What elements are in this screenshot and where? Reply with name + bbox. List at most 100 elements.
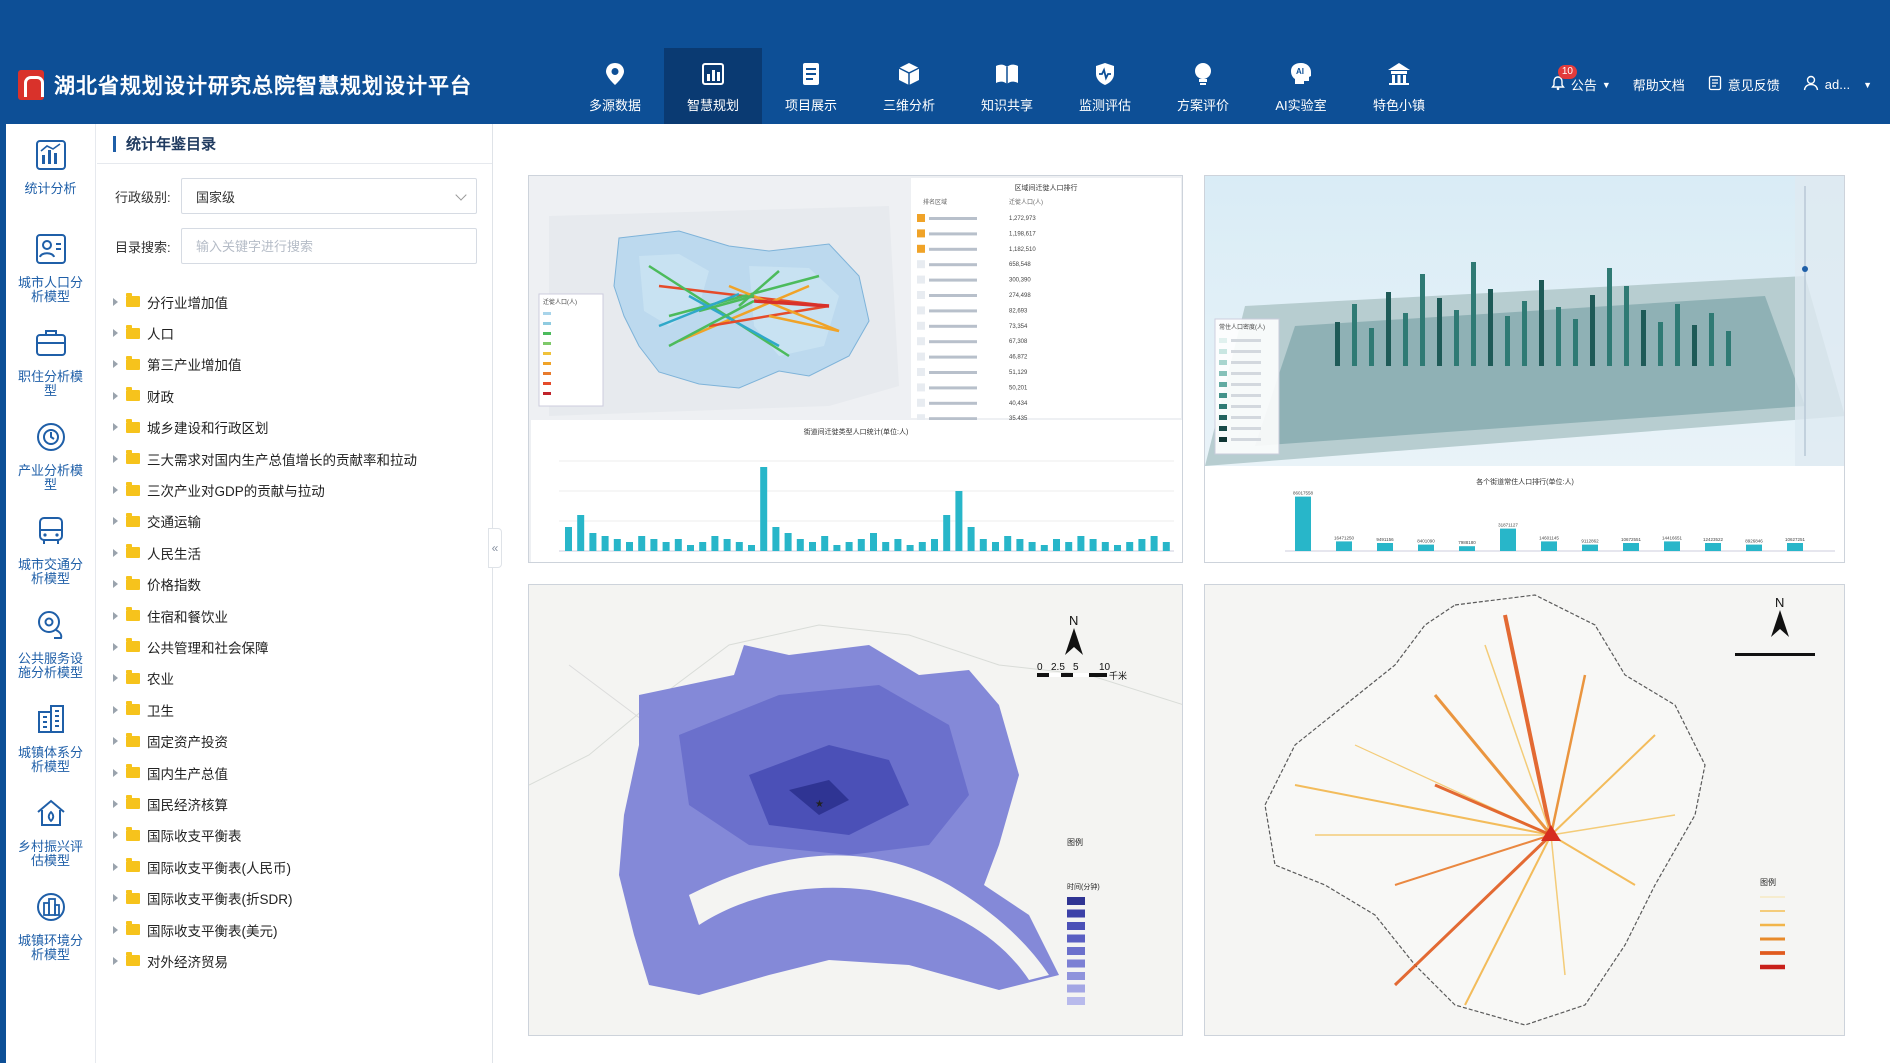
migration-map-panel[interactable]: 迁徙人口(人) 区域间迁徙人口排行 排名区域 迁徙人口(人) 1,272,973… (528, 175, 1183, 563)
density-tower (1607, 268, 1612, 366)
folder-icon (126, 450, 140, 465)
folder-icon (126, 826, 140, 841)
notice-menu[interactable]: 10 公告 ▼ (1550, 65, 1611, 94)
tree-item[interactable]: 卫生 (97, 694, 492, 725)
rank-value: 300,390 (1009, 278, 1031, 284)
tree-item-label: 分行业增加值 (147, 295, 228, 311)
isochrone-map-panel[interactable]: ★ N 0 2.5 5 10 千米 图例 时间(分钟) (528, 584, 1183, 1036)
tree-item[interactable]: 人口 (97, 317, 492, 348)
density-tower (1471, 262, 1476, 366)
p1-bar (906, 545, 914, 551)
legend-label-placeholder (1231, 339, 1261, 342)
collapse-panel-button[interactable]: « (488, 528, 502, 568)
user-menu[interactable]: ad... ▼ (1802, 74, 1872, 95)
main-nav: 多源数据 智慧规划 项目展示 三维分析 知识共享 监测评估 方案评价 AI AI… (566, 48, 1448, 124)
catalog-search-input[interactable] (181, 228, 477, 264)
level-select[interactable]: 国家级 (181, 178, 477, 214)
tree-item-label: 人口 (147, 327, 174, 343)
sidebar-item-statistics[interactable]: 统计分析 (6, 124, 95, 218)
help-docs-link[interactable]: 帮助文档 (1633, 75, 1685, 94)
tree-item[interactable]: 国际收支平衡表(美元) (97, 914, 492, 945)
rank-badge (917, 229, 925, 238)
legend-swatch (1067, 909, 1085, 918)
nav-label: 知识共享 (980, 97, 1033, 113)
book-icon (992, 59, 1022, 89)
tree-item[interactable]: 公共管理和社会保障 (97, 631, 492, 662)
nav-item-plan-evaluation[interactable]: 方案评价 (1154, 48, 1252, 124)
tree-item[interactable]: 国内生产总值 (97, 757, 492, 788)
legend-swatch (1219, 382, 1227, 387)
legend-swatch (1219, 404, 1227, 409)
tree-item[interactable]: 国际收支平衡表(人民币) (97, 851, 492, 882)
rank-region-placeholder (929, 386, 977, 390)
tree-item[interactable]: 人民生活 (97, 537, 492, 568)
rank-value: 1,198,617 (1009, 231, 1036, 237)
tree-item[interactable]: 对外经济贸易 (97, 945, 492, 976)
sidebar-item-public-service[interactable]: 公共服务设施分析模型 (6, 594, 95, 688)
tree-item-label: 第三产业增加值 (147, 358, 242, 374)
sidebar-item-label: 城市交通分析模型 (17, 557, 83, 586)
tree-item[interactable]: 住宿和餐饮业 (97, 600, 492, 631)
p2-bar (1623, 543, 1639, 551)
tree-item[interactable]: 国民经济核算 (97, 788, 492, 819)
rank-region-placeholder (929, 417, 977, 421)
legend-swatch (1219, 437, 1227, 442)
search-row: 目录搜索: (115, 228, 492, 264)
sidebar-item-industry[interactable]: 产业分析模型 (6, 406, 95, 500)
p1-bar (748, 545, 755, 551)
tree-item[interactable]: 国际收支平衡表(折SDR) (97, 882, 492, 913)
sidebar-item-jobs-housing[interactable]: 职住分析模型 (6, 312, 95, 406)
sidebar-item-traffic[interactable]: 城市交通分析模型 (6, 500, 95, 594)
p1-bar (1089, 539, 1097, 551)
p1-bar (772, 527, 780, 551)
sidebar-item-label: 统计分析 (24, 181, 77, 196)
tree-item[interactable]: 价格指数 (97, 569, 492, 600)
p1-bar (955, 491, 963, 551)
rank-region-placeholder (929, 217, 977, 220)
rank-value: 51,129 (1009, 370, 1028, 376)
tree-item[interactable]: 农业 (97, 663, 492, 694)
rank-value: 46,872 (1009, 355, 1028, 361)
od-flow-map-figure: N 图例 (1205, 585, 1844, 1035)
tree-item[interactable]: 国际收支平衡表 (97, 820, 492, 851)
sidebar-item-town-environment[interactable]: 城镇环境分析模型 (6, 876, 95, 970)
nav-item-knowledge-share[interactable]: 知识共享 (958, 48, 1056, 124)
legend-swatch (1219, 393, 1227, 398)
nav-item-ai-lab[interactable]: AI AI实验室 (1252, 48, 1350, 124)
caret-right-icon (113, 737, 118, 746)
caret-right-icon (113, 894, 118, 903)
rank-badge (917, 321, 925, 330)
tree-item[interactable]: 城乡建设和行政区划 (97, 412, 492, 443)
tree-item[interactable]: 三次产业对GDP的贡献与拉动 (97, 474, 492, 505)
nav-item-multisource-data[interactable]: 多源数据 (566, 48, 664, 124)
tree-item[interactable]: 分行业增加值 (97, 286, 492, 317)
nav-item-featured-town[interactable]: 特色小镇 (1350, 48, 1448, 124)
sidebar-item-town-system[interactable]: 城镇体系分析模型 (6, 688, 95, 782)
nav-item-project-display[interactable]: 项目展示 (762, 48, 860, 124)
p2-bar-value: 8926846 (1745, 539, 1763, 544)
nav-item-3d-analysis[interactable]: 三维分析 (860, 48, 958, 124)
rank-badge (917, 214, 925, 222)
caret-right-icon (113, 486, 118, 495)
feedback-link[interactable]: 意见反馈 (1707, 75, 1780, 94)
brand[interactable]: 湖北省规划设计研究总院智慧规划设计平台 (18, 70, 472, 100)
p1-bar (1126, 542, 1134, 551)
3d-density-panel[interactable]: 常住人口密度(人) 各个街道常住人口排行(单位:人) 86017558 16471… (1204, 175, 1845, 563)
tree-item[interactable]: 三大需求对国内生产总值增长的贡献率和拉动 (97, 443, 492, 474)
legend-label-placeholder (1231, 361, 1261, 364)
p3-legend-title: 图例 (1067, 837, 1083, 847)
rank-region-placeholder (929, 247, 977, 251)
sidebar-item-rural-revitalization[interactable]: 乡村振兴评估模型 (6, 782, 95, 876)
nav-item-smart-planning[interactable]: 智慧规划 (664, 48, 762, 124)
tree-item[interactable]: 固定资产投资 (97, 725, 492, 756)
rank-value: 82,693 (1009, 308, 1028, 314)
od-flow-map-panel[interactable]: N 图例 (1204, 584, 1845, 1036)
p2-bar-value: 16471250 (1334, 535, 1355, 540)
top-header: 湖北省规划设计研究总院智慧规划设计平台 多源数据 智慧规划 项目展示 三维分析 (0, 0, 1890, 124)
nav-item-monitoring[interactable]: 监测评估 (1056, 48, 1154, 124)
sidebar-item-population[interactable]: 城市人口分析模型 (6, 218, 95, 312)
tree-item[interactable]: 财政 (97, 380, 492, 411)
folder-icon (126, 387, 140, 402)
tree-item[interactable]: 第三产业增加值 (97, 349, 492, 380)
tree-item[interactable]: 交通运输 (97, 506, 492, 537)
